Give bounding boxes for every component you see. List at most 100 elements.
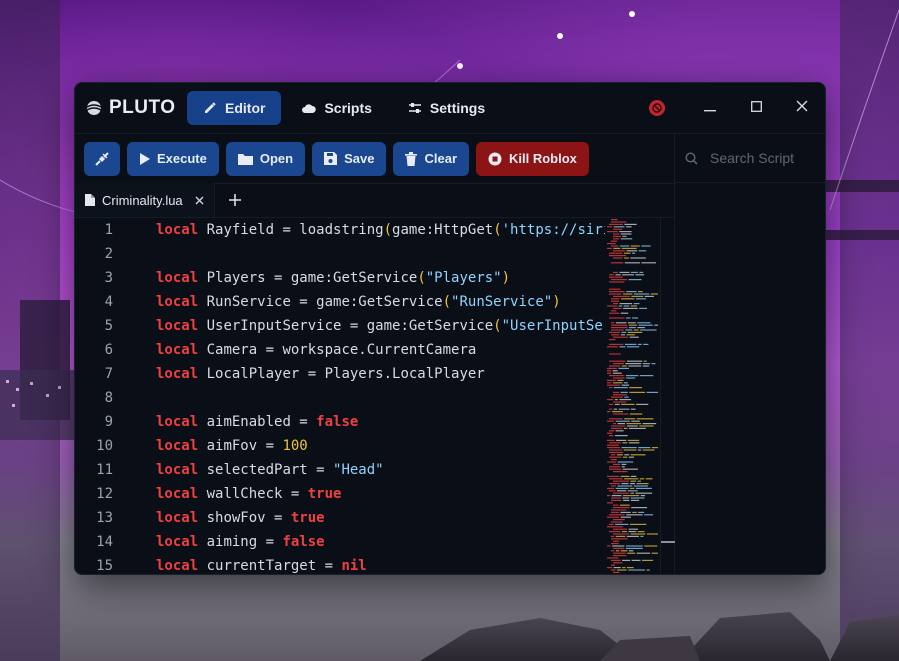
minimap-line	[609, 468, 622, 470]
minimap-line	[611, 485, 616, 487]
code-line[interactable]: 6 local Camera = workspace.CurrentCamera	[75, 338, 605, 362]
minimap-line	[615, 523, 629, 525]
add-tab-button[interactable]	[215, 183, 255, 217]
code-token: local	[156, 366, 199, 382]
search-script-input[interactable]	[708, 149, 822, 167]
open-button[interactable]: Open	[225, 141, 306, 176]
minimap-line	[613, 303, 619, 305]
minimap-line	[615, 487, 629, 489]
minimap-line	[613, 408, 618, 410]
minimap-line	[637, 322, 651, 324]
save-button[interactable]: Save	[312, 141, 387, 176]
minimap-line	[613, 562, 623, 564]
minimap-line	[640, 495, 646, 497]
minimap-line	[613, 552, 626, 554]
code-line[interactable]: 7 local LocalPlayer = Players.LocalPlayer	[75, 362, 605, 386]
file-tab[interactable]: Criminality.lua	[75, 183, 215, 217]
minimap-line	[607, 567, 613, 569]
minimap-line	[644, 545, 658, 547]
code-line[interactable]: 12 local wallCheck = true	[75, 482, 605, 506]
minimap-line	[611, 310, 617, 312]
minimap-line	[627, 490, 638, 492]
attach-button[interactable]	[84, 141, 120, 176]
minimap-line	[611, 538, 628, 540]
stop-circle-icon	[488, 152, 502, 166]
minimap-line	[624, 257, 629, 259]
code-token: (	[493, 222, 502, 238]
cloud-icon	[301, 102, 317, 114]
minimap-line	[613, 228, 623, 230]
minimap-line	[628, 365, 642, 367]
code-line[interactable]: 8	[75, 386, 605, 410]
code-line[interactable]: 11 local selectedPart = "Head"	[75, 458, 605, 482]
minimap-line	[632, 511, 637, 513]
minimap-line	[609, 387, 613, 389]
execute-label: Execute	[157, 151, 207, 166]
minimap-line	[624, 262, 640, 264]
minimap-line	[636, 483, 649, 485]
tab-settings[interactable]: Settings	[392, 91, 501, 125]
tab-editor[interactable]: Editor	[187, 91, 282, 125]
folder-icon	[237, 153, 253, 165]
minimap-line	[611, 411, 623, 413]
code-token: 'https://sirius.menu/rayfield'	[501, 222, 605, 238]
code-line[interactable]: 1 local Rayfield = loadstring(game:HttpGe…	[75, 218, 605, 242]
code-line[interactable]: 13 local showFov = true	[75, 506, 605, 530]
minimap-line	[646, 569, 650, 571]
minimap-line	[611, 543, 619, 545]
minimap-line	[613, 471, 628, 473]
code-line[interactable]: 10 local aimFov = 100	[75, 434, 605, 458]
execute-button[interactable]: Execute	[127, 141, 219, 176]
code-line[interactable]: 5 local UserInputService = game:GetServic…	[75, 314, 605, 338]
minimap-line	[635, 298, 647, 300]
minimap-line	[641, 262, 657, 264]
minimap-line	[609, 418, 623, 420]
minimize-button[interactable]	[687, 83, 733, 133]
minimap-line	[614, 435, 628, 437]
line-number: 7	[104, 366, 113, 382]
maximize-button[interactable]	[733, 83, 779, 133]
minimap-line	[626, 226, 632, 228]
minimap-line	[620, 475, 630, 477]
minimap-line	[629, 413, 643, 415]
minimap-line	[609, 531, 621, 533]
close-tab-icon[interactable]	[195, 196, 204, 205]
code-token: aimFov =	[198, 438, 283, 454]
code-line[interactable]: 2	[75, 242, 605, 266]
minimap-line	[628, 324, 638, 326]
minimap-line	[642, 365, 650, 367]
close-icon	[796, 99, 808, 117]
clear-button[interactable]: Clear	[393, 141, 470, 176]
minimap-line	[611, 324, 628, 326]
minimap-line	[622, 468, 638, 470]
minimap-line	[613, 250, 625, 252]
minimap-line	[609, 466, 621, 468]
minimap-line	[611, 550, 615, 552]
code-line[interactable]: 14 local aiming = false	[75, 530, 605, 554]
minimap-line	[607, 382, 612, 384]
code-editor[interactable]: 1 local Rayfield = loadstring(game:HttpGe…	[75, 217, 674, 574]
minimap-line	[628, 528, 638, 530]
code-token: local	[156, 486, 199, 502]
minimap-line	[613, 519, 625, 521]
minimap-line	[609, 223, 623, 225]
minimap-line	[620, 245, 630, 247]
minimap-line	[641, 559, 654, 561]
code-token: Camera = workspace.CurrentCamera	[198, 342, 477, 358]
tab-scripts[interactable]: Scripts	[285, 91, 387, 125]
code-line[interactable]: 3 local Players = game:GetService("Player…	[75, 266, 605, 290]
code-line[interactable]: 15 local currentTarget = nil	[75, 554, 605, 574]
kill-roblox-button[interactable]: Kill Roblox	[476, 141, 589, 176]
close-button[interactable]	[779, 83, 825, 133]
code-token: RunService = game:GetService	[198, 294, 443, 310]
code-line[interactable]: 9 local aimEnabled = false	[75, 410, 605, 434]
stop-icon[interactable]	[649, 100, 665, 116]
editor-scrollbar[interactable]	[660, 217, 675, 574]
code-minimap[interactable]	[605, 217, 660, 574]
minimap-line	[638, 343, 642, 345]
code-line[interactable]: 4 local RunService = game:GetService("Run…	[75, 290, 605, 314]
search-bar	[675, 134, 825, 183]
minimap-line	[654, 324, 658, 326]
minimap-line	[607, 447, 620, 449]
code-token: false	[316, 414, 359, 430]
